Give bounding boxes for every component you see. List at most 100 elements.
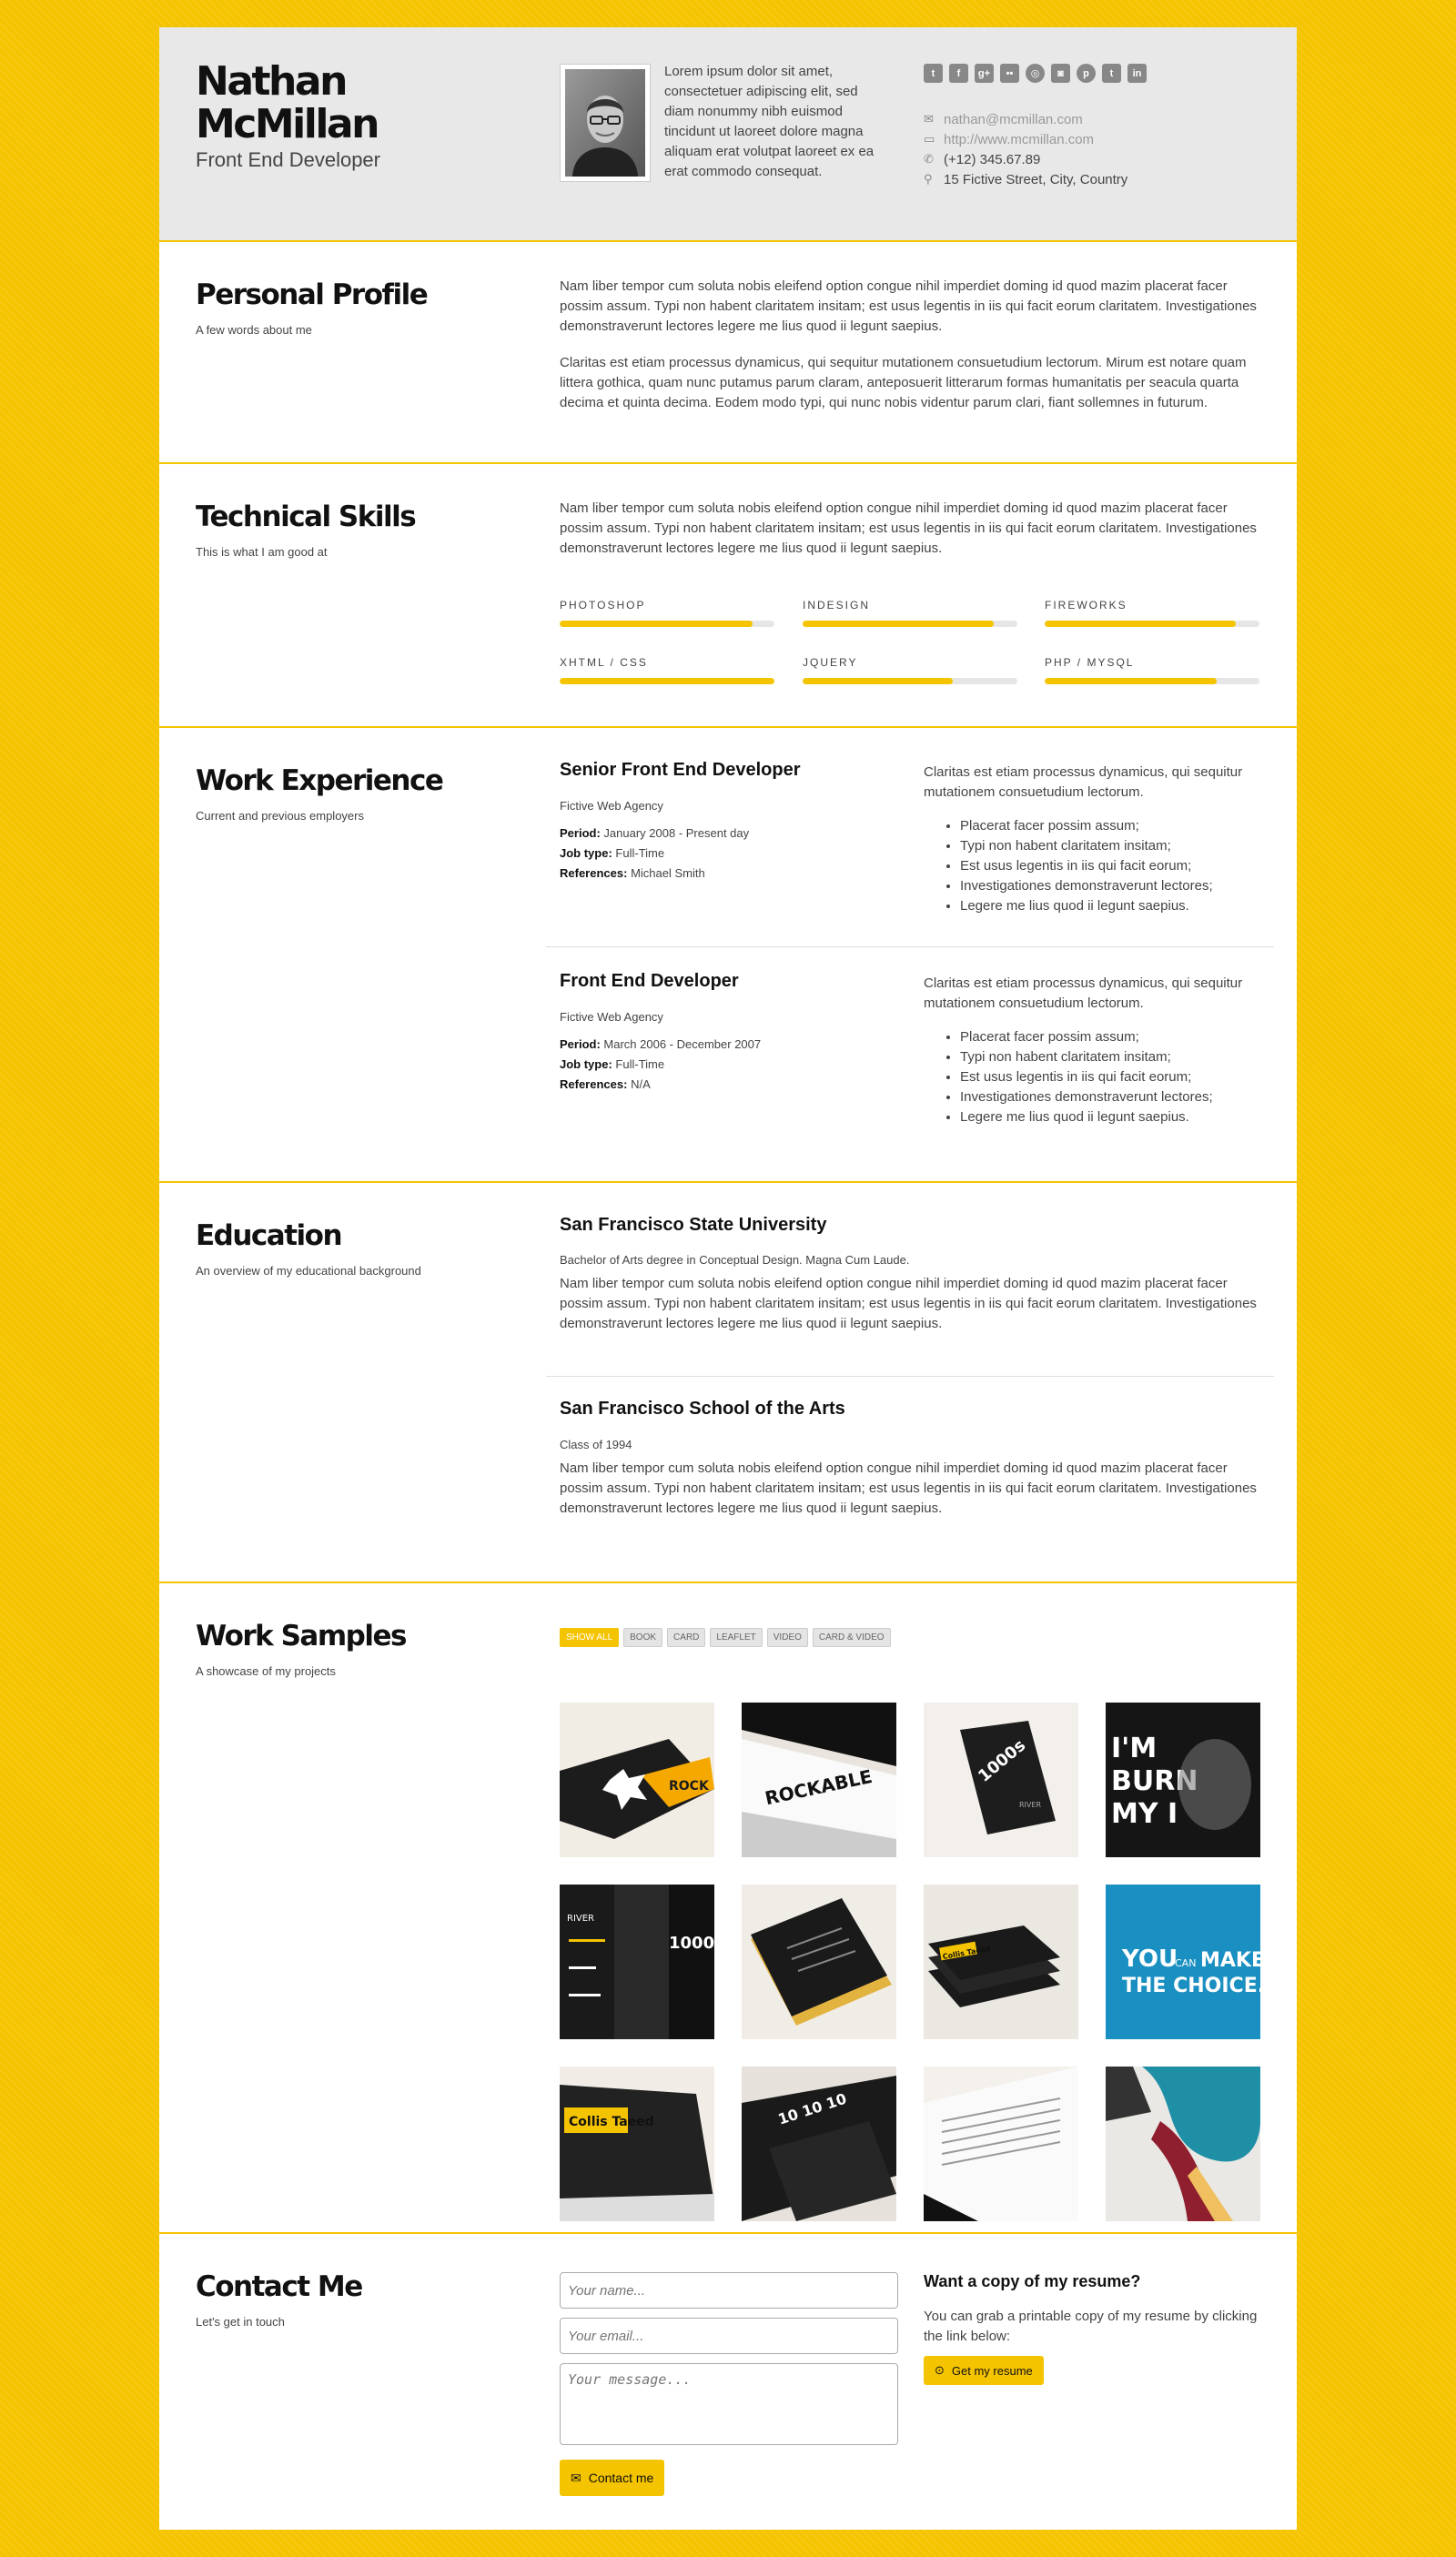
avatar [560, 64, 651, 182]
job-period: January 2008 - Present day [603, 826, 750, 840]
job-meta: Period: March 2006 - December 2007 Job t… [560, 1037, 762, 1091]
contact-section: Contact Me Let's get in touch ✉ Contact … [159, 2234, 1297, 2530]
filter-video[interactable]: VIDEO [766, 1628, 808, 1647]
thumb-text: I'M [1111, 1733, 1157, 1764]
skill-photoshop: PHOTOSHOP [560, 599, 774, 627]
email-field[interactable] [560, 2318, 898, 2354]
list-item: Est usus legentis in iis qui facit eorum… [960, 856, 1269, 876]
skill-php-mysql: PHP / MYSQL [1045, 656, 1259, 684]
facebook-icon[interactable]: f [949, 64, 968, 83]
job-references: Michael Smith [631, 866, 705, 880]
list-item: Legere me lius quod ii legunt saepius. [960, 896, 1269, 916]
section-subtitle: Let's get in touch [196, 2315, 285, 2329]
filter-show-all[interactable]: SHOW ALL [560, 1628, 620, 1647]
thumb-text: RIVER [1019, 1801, 1041, 1809]
instagram-icon[interactable]: ◙ [1051, 64, 1070, 83]
job-company: Fictive Web Agency [560, 1010, 663, 1024]
portfolio-thumb[interactable]: ROCKABLE [742, 1703, 896, 1857]
job-type: Full-Time [615, 1057, 665, 1071]
section-title: Work Experience [196, 764, 444, 797]
portfolio-thumb[interactable]: I'M BURN MY I [1106, 1703, 1260, 1857]
section-title: Work Samples [196, 1620, 407, 1652]
skill-bar [560, 678, 774, 684]
divider [546, 1376, 1274, 1377]
filter-card-and-video[interactable]: CARD & VIDEO [812, 1628, 891, 1647]
profile-paragraph: Claritas est etiam processus dynamicus, … [560, 355, 1247, 410]
section-title: Contact Me [196, 2270, 363, 2303]
resume-text: You can grab a printable copy of my resu… [924, 2309, 1258, 2344]
job-description: Claritas est etiam processus dynamicus, … [924, 764, 1243, 800]
portfolio-thumb[interactable]: YOU CAN MAKE THE CHOICE. [1106, 1885, 1260, 2039]
portfolio-thumb[interactable]: ROCK [560, 1703, 714, 1857]
list-item: Investigationes demonstraverunt lectores… [960, 876, 1269, 896]
skills-section: Technical Skills This is what I am good … [159, 464, 1297, 728]
portfolio-thumb[interactable]: 1000s RIVER [924, 1703, 1078, 1857]
get-resume-button[interactable]: ⊙ Get my resume [924, 2356, 1044, 2385]
website-link[interactable]: http://www.mcmillan.com [944, 132, 1094, 147]
contact-submit-button[interactable]: ✉ Contact me [560, 2460, 665, 2496]
skill-bar-fill [803, 621, 995, 627]
job-title: Front End Developer [560, 971, 739, 991]
school-name: San Francisco State University [560, 1215, 827, 1235]
section-title: Technical Skills [196, 500, 417, 533]
email-row: ✉ nathan@mcmillan.com [924, 109, 1127, 129]
profile-role: Front End Developer [196, 148, 380, 171]
work-section: Work Experience Current and previous emp… [159, 728, 1297, 1183]
section-title: Education [196, 1219, 343, 1252]
job-title: Senior Front End Developer [560, 760, 801, 780]
skill-bar [1045, 678, 1259, 684]
list-item: Investigationes demonstraverunt lectores… [960, 1087, 1269, 1107]
portfolio-thumb[interactable]: 10 10 10 [742, 2067, 896, 2221]
education-text: Nam liber tempor cum soluta nobis eleife… [560, 1460, 1257, 1516]
portfolio-thumb[interactable]: Collis Taeed [924, 1885, 1078, 2039]
thumb-text: MAKE [1200, 1949, 1260, 1972]
filter-book[interactable]: BOOK [623, 1628, 663, 1647]
portfolio-thumb[interactable]: Collis Taeed [560, 2067, 714, 2221]
twitter-icon[interactable]: t [924, 64, 943, 83]
laptop-icon: ▭ [924, 132, 935, 146]
name-field[interactable] [560, 2272, 898, 2309]
portfolio-thumb[interactable] [1106, 2067, 1260, 2221]
section-subtitle: A few words about me [196, 323, 312, 337]
tumblr-icon[interactable]: t [1102, 64, 1121, 83]
skills-paragraph: Nam liber tempor cum soluta nobis eleife… [560, 500, 1257, 556]
address: 15 Fictive Street, City, Country [944, 171, 1128, 187]
skill-bar-fill [1045, 678, 1217, 684]
linkedin-icon[interactable]: in [1127, 64, 1147, 83]
resume-page: Nathan McMillan Front End Developer Lore… [159, 27, 1297, 2530]
skill-label: INDESIGN [803, 599, 871, 611]
skill-label: FIREWORKS [1045, 599, 1127, 611]
skill-indesign: INDESIGN [803, 599, 1017, 627]
job-references: N/A [631, 1077, 651, 1091]
filter-card[interactable]: CARD [667, 1628, 706, 1647]
section-subtitle: A showcase of my projects [196, 1664, 336, 1678]
skill-jquery: JQUERY [803, 656, 1017, 684]
portfolio-thumb[interactable] [742, 1885, 896, 2039]
email-link[interactable]: nathan@mcmillan.com [944, 112, 1083, 127]
message-field[interactable] [560, 2363, 898, 2445]
filter-leaflet[interactable]: LEAFLET [710, 1628, 763, 1647]
thumb-text: CAN [1175, 1957, 1196, 1969]
portfolio-thumb[interactable]: RIVER 1000 [560, 1885, 714, 2039]
education-text: Nam liber tempor cum soluta nobis eleife… [560, 1276, 1257, 1331]
skill-bar-fill [560, 621, 753, 627]
thumb-text: MY I [1111, 1798, 1178, 1830]
flickr-icon[interactable]: •• [1000, 64, 1019, 83]
header-section: Nathan McMillan Front End Developer Lore… [159, 27, 1297, 242]
job-bullets: Placerat facer possim assum; Typi non ha… [960, 816, 1269, 916]
skill-label: PHP / MYSQL [1045, 656, 1135, 669]
social-links: t f g+ •• ◎ ◙ p t in [924, 64, 1147, 83]
skill-label: XHTML / CSS [560, 656, 648, 669]
skill-bar [1045, 621, 1259, 627]
profile-section: Personal Profile A few words about me Na… [159, 242, 1297, 464]
thumb-text: RIVER [567, 1914, 594, 1924]
dribbble-icon[interactable]: ◎ [1026, 64, 1045, 83]
portfolio-thumb[interactable] [924, 2067, 1078, 2221]
pinterest-icon[interactable]: p [1077, 64, 1096, 83]
website-row: ▭ http://www.mcmillan.com [924, 129, 1127, 149]
skill-bar [803, 621, 1017, 627]
portfolio-filters: SHOW ALL BOOK CARD LEAFLET VIDEO CARD & … [560, 1628, 891, 1647]
google-plus-icon[interactable]: g+ [975, 64, 994, 83]
job-period: March 2006 - December 2007 [603, 1037, 762, 1051]
job-type: Full-Time [615, 846, 665, 860]
